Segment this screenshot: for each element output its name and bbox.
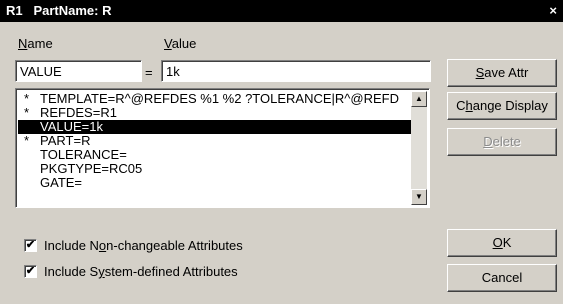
attribute-text: GATE= [40,176,83,190]
attribute-text: REFDES=R1 [40,106,117,120]
attribute-marker: * [24,134,30,148]
attribute-text: PART=R [40,134,91,148]
list-item[interactable]: VALUE=1k [18,120,414,134]
nonchangeable-checkbox[interactable]: ✔ [24,239,37,252]
list-item[interactable]: GATE= [18,176,414,190]
attribute-text: PKGTYPE=RC05 [40,162,143,176]
value-label: Value [164,36,197,51]
system-defined-label: Include System-defined Attributes [44,264,238,279]
name-field[interactable] [15,60,142,82]
save-attr-button[interactable]: Save Attr [447,59,557,87]
list-scrollbar[interactable]: ▲ ▼ [411,91,427,205]
list-item[interactable]: TOLERANCE= [18,148,414,162]
nonchangeable-label: Include Non-changeable Attributes [44,238,243,253]
list-item[interactable]: * REFDES=R1 [18,106,414,120]
attribute-marker: * [24,106,30,120]
attribute-text: VALUE=1k [40,120,103,134]
list-item[interactable]: PKGTYPE=RC05 [18,162,414,176]
system-defined-checkbox[interactable]: ✔ [24,265,37,278]
list-item[interactable]: * TEMPLATE=R^@REFDES %1 %2 ?TOLERANCE|R^@… [18,92,414,106]
scroll-up-icon[interactable]: ▲ [411,91,427,107]
attribute-marker: * [24,92,30,106]
list-item[interactable]: * PART=R [18,134,414,148]
close-icon[interactable]: × [549,3,557,18]
cancel-button[interactable]: Cancel [447,264,557,292]
delete-button[interactable]: Delete [447,128,557,156]
equals-sign: = [145,65,153,80]
attribute-text: TOLERANCE= [40,148,127,162]
name-label: Name [18,36,53,51]
ok-button[interactable]: OK [447,229,557,257]
value-field[interactable] [161,60,431,82]
scroll-down-icon[interactable]: ▼ [411,189,427,205]
attribute-list[interactable]: * TEMPLATE=R^@REFDES %1 %2 ?TOLERANCE|R^@… [15,88,430,208]
window-title: R1 PartName: R [6,3,112,18]
attribute-text: TEMPLATE=R^@REFDES %1 %2 ?TOLERANCE|R^@R… [40,92,399,106]
title-bar: R1 PartName: R × [0,0,563,22]
change-display-button[interactable]: Change Display [447,92,557,120]
